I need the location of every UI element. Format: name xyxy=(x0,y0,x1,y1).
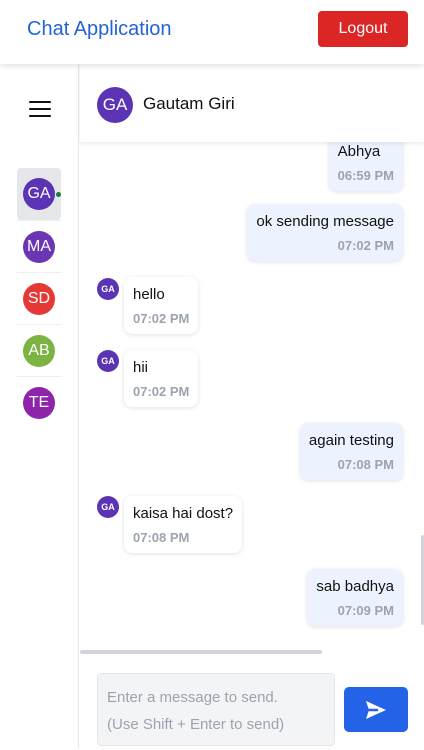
message-time: 07:02 PM xyxy=(337,238,394,253)
online-status-dot xyxy=(56,192,61,197)
message-time: 06:59 PM xyxy=(337,168,394,183)
contact-item-te[interactable]: TE xyxy=(17,376,61,428)
hamburger-menu-icon[interactable] xyxy=(29,101,51,117)
avatar: SD xyxy=(23,282,55,315)
message-text: hii xyxy=(133,359,149,376)
top-bar: Chat Application Logout xyxy=(0,0,424,64)
message-time: 07:02 PM xyxy=(133,384,190,399)
message-bubble-outgoing: again testing 07:08 PM xyxy=(299,423,403,480)
message-time: 07:08 PM xyxy=(337,457,394,472)
sidebar: GA MA SD AB TE xyxy=(0,64,79,748)
chat-header: GA Gautam Giri xyxy=(80,64,424,142)
message-text: again testing xyxy=(308,432,394,449)
message-bubble-outgoing: ok sending message 07:02 PM xyxy=(247,204,403,261)
avatar: GA xyxy=(23,178,55,210)
message-text: sab badhya xyxy=(316,578,394,595)
message-text: hello xyxy=(133,286,165,303)
avatar: TE xyxy=(23,386,55,419)
message-bubble-incoming: hello 07:02 PM xyxy=(124,277,199,334)
message-input-wrapper xyxy=(97,673,335,746)
app-title: Chat Application xyxy=(27,18,172,40)
message-input[interactable] xyxy=(98,674,334,745)
contact-item-ab[interactable]: AB xyxy=(17,324,61,376)
message-text: Abhya xyxy=(337,143,381,160)
avatar: MA xyxy=(23,230,55,263)
sender-avatar: GA xyxy=(97,350,119,372)
contact-item-sd[interactable]: SD xyxy=(17,272,61,324)
message-time: 07:09 PM xyxy=(337,603,394,618)
avatar: AB xyxy=(23,334,55,367)
chat-contact-name: Gautam Giri xyxy=(143,94,235,113)
sender-avatar: GA xyxy=(97,278,119,300)
message-text: kaisa hai dost? xyxy=(133,505,234,522)
logout-button[interactable]: Logout xyxy=(318,11,408,47)
message-list[interactable]: Abhya 06:59 PM ok sending message 07:02 … xyxy=(80,142,424,650)
send-icon xyxy=(366,700,386,719)
horizontal-scrollbar[interactable] xyxy=(80,650,322,654)
contact-list: GA MA SD AB TE xyxy=(17,168,61,428)
message-time: 07:02 PM xyxy=(133,311,190,326)
message-text: ok sending message xyxy=(256,213,394,230)
contact-item-ma[interactable]: MA xyxy=(17,220,61,272)
contact-item-ga[interactable]: GA xyxy=(17,168,61,220)
message-bubble-outgoing: Abhya 06:59 PM xyxy=(328,142,403,191)
message-bubble-incoming: kaisa hai dost? 07:08 PM xyxy=(124,496,243,553)
message-time: 07:08 PM xyxy=(133,530,190,545)
send-button[interactable] xyxy=(344,687,408,732)
sender-avatar: GA xyxy=(97,496,119,518)
message-bubble-incoming: hii 07:02 PM xyxy=(124,350,199,407)
chat-contact-avatar: GA xyxy=(97,87,133,123)
message-bubble-outgoing: sab badhya 07:09 PM xyxy=(307,569,403,626)
